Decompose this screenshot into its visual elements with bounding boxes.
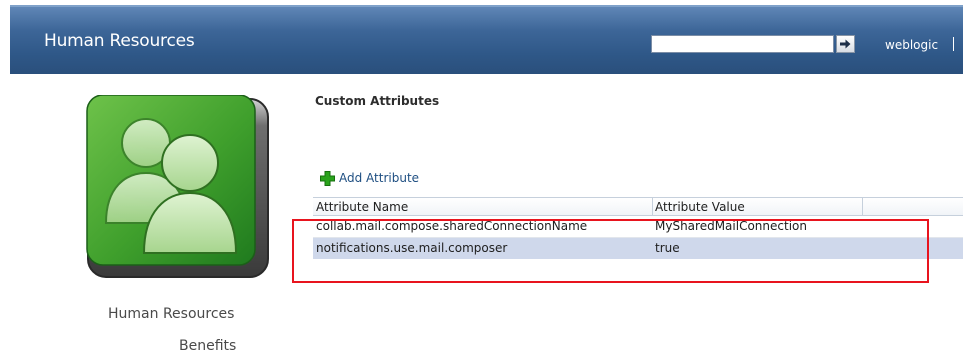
page-header: Human Resources weblogic <box>10 5 963 74</box>
search-input[interactable] <box>651 35 834 53</box>
menu-item-human-resources[interactable]: Human Resources <box>108 306 234 322</box>
section-title: Custom Attributes <box>315 94 440 108</box>
table-header: Attribute Name Attribute Value <box>313 197 963 216</box>
plus-icon <box>320 170 335 186</box>
column-header-name[interactable]: Attribute Name <box>316 198 408 216</box>
arrow-right-icon <box>840 39 851 49</box>
column-divider <box>862 198 863 216</box>
menu-item-benefits[interactable]: Benefits <box>179 338 236 354</box>
add-attribute-label: Add Attribute <box>339 171 420 185</box>
header-title: Human Resources <box>44 31 195 51</box>
column-divider <box>652 198 653 216</box>
user-name-link[interactable]: weblogic <box>885 38 938 52</box>
column-header-value[interactable]: Attribute Value <box>655 198 745 216</box>
highlight-annotation <box>292 219 929 283</box>
search-go-button[interactable] <box>836 35 855 53</box>
users-group-icon <box>86 94 269 278</box>
add-attribute-button[interactable]: Add Attribute <box>320 170 419 186</box>
space-avatar <box>84 94 272 281</box>
header-divider <box>953 37 954 51</box>
